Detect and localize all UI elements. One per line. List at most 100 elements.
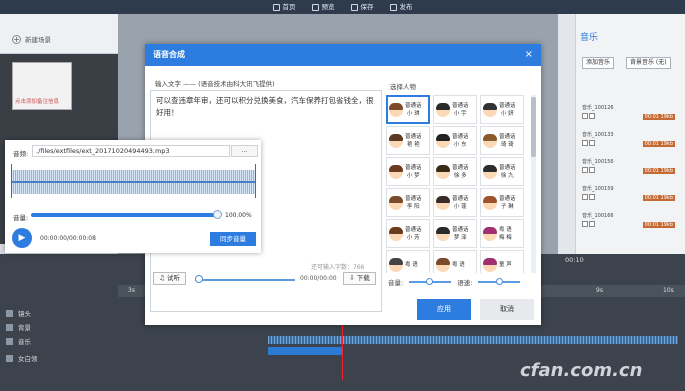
- add-icon[interactable]: [589, 113, 595, 119]
- add-icon[interactable]: [589, 167, 595, 173]
- role-card[interactable]: 粤 语: [433, 250, 477, 273]
- role-card[interactable]: 普通话小 宇: [433, 95, 477, 124]
- add-music-button[interactable]: 添加音乐: [582, 57, 615, 69]
- speed-slider[interactable]: [478, 278, 521, 285]
- role-name: 小 宇: [453, 110, 467, 117]
- avatar-icon: [389, 226, 403, 241]
- close-button[interactable]: ×: [525, 44, 533, 66]
- zoom-readout: 00:10: [565, 256, 584, 264]
- track-music[interactable]: 音乐: [0, 333, 118, 349]
- music-item[interactable]: 音乐_100126 00:01 19kb: [582, 104, 677, 122]
- role-scrollbar[interactable]: [531, 95, 536, 273]
- role-dialect: 粤 语: [499, 226, 512, 233]
- avatar-icon: [483, 257, 497, 272]
- save-button[interactable]: 保存: [350, 0, 374, 14]
- music-ops[interactable]: [582, 221, 595, 227]
- music-item[interactable]: 音乐_100159 00:01 19kb: [582, 185, 677, 203]
- play-icon[interactable]: [582, 113, 588, 119]
- music-item[interactable]: 音乐_100166 00:01 19kb: [582, 212, 677, 230]
- apply-button[interactable]: 应用: [417, 299, 471, 320]
- avatar-icon: [483, 195, 497, 210]
- top-toolbar: 首页 预览 保存 发布: [0, 0, 685, 14]
- role-dialect: 普通话: [452, 102, 469, 109]
- audio-path-field[interactable]: ./files/extfiles/ext_20171020494493.mp3: [32, 145, 230, 157]
- preview-progress[interactable]: [195, 279, 295, 281]
- add-icon[interactable]: [589, 194, 595, 200]
- role-name: 子 琳: [500, 203, 514, 210]
- role-card[interactable]: 粤 语梅 梅: [480, 219, 524, 248]
- listen-button[interactable]: ♫ 试听: [153, 272, 186, 285]
- role-card[interactable]: 普通话小 芳: [386, 219, 430, 248]
- publish-button[interactable]: 发布: [389, 0, 413, 14]
- home-button[interactable]: 首页: [272, 0, 296, 14]
- add-icon[interactable]: [589, 140, 595, 146]
- avatar-icon: [436, 133, 450, 148]
- role-card[interactable]: 普通话小 东: [433, 126, 477, 155]
- home-icon: [272, 3, 280, 11]
- audio-waveform[interactable]: [11, 170, 256, 194]
- progress-knob[interactable]: [195, 275, 203, 283]
- music-waveform[interactable]: [268, 336, 678, 344]
- audio-time: 00:00:00/00:00:08: [40, 235, 96, 242]
- role-card[interactable]: 普通话子 琳: [480, 188, 524, 217]
- role-card[interactable]: 普通话徐 多: [433, 157, 477, 186]
- play-icon[interactable]: [582, 167, 588, 173]
- music-item[interactable]: 音乐_100156 00:01 19kb: [582, 158, 677, 176]
- sync-volume-button[interactable]: 同步音量: [210, 232, 256, 246]
- music-item[interactable]: 音乐_100133 00:01 19kb: [582, 131, 677, 149]
- play-icon: ▶: [18, 233, 26, 243]
- track-female-worker[interactable]: 女白领: [0, 350, 118, 366]
- play-icon[interactable]: [582, 221, 588, 227]
- preview-button[interactable]: 预览: [311, 0, 335, 14]
- avatar-icon: [389, 102, 403, 117]
- publish-icon: [389, 3, 397, 11]
- music-name: 音乐_100126: [582, 105, 614, 111]
- role-card[interactable]: 普通话梦 泽: [433, 219, 477, 248]
- role-card[interactable]: 普通话小 蓬: [433, 188, 477, 217]
- remaining-chars: 还可输入字数：766: [311, 264, 365, 271]
- avatar-icon: [483, 102, 497, 117]
- role-dialect: 普通话: [499, 102, 516, 109]
- role-card[interactable]: 普通话徐 九: [480, 157, 524, 186]
- music-ops[interactable]: [582, 167, 595, 173]
- volume-slider[interactable]: [409, 278, 452, 285]
- role-card[interactable]: 普通话李 阳: [386, 188, 430, 217]
- music-ops[interactable]: [582, 140, 595, 146]
- role-dialect: 普通话: [452, 164, 469, 171]
- play-button[interactable]: ▶: [12, 228, 32, 248]
- play-icon[interactable]: [582, 194, 588, 200]
- audio-volume-knob[interactable]: [213, 210, 222, 219]
- person-icon: [6, 354, 13, 362]
- role-card[interactable]: 普通话小 琪: [386, 95, 430, 124]
- scene-thumbnail[interactable]: 点击添加备注信息: [12, 62, 72, 110]
- role-dialect: 普通话: [405, 226, 422, 233]
- background-music-button[interactable]: 背景音乐 (无): [626, 57, 671, 69]
- download-icon: ⇩: [349, 274, 357, 282]
- new-scene-button[interactable]: + 新建场景: [12, 34, 51, 44]
- preview-time: 00:00/00:00: [300, 275, 337, 282]
- cancel-button[interactable]: 取消: [480, 299, 534, 320]
- avatar-icon: [389, 133, 403, 148]
- avatar-icon: [389, 195, 403, 210]
- role-name: 小 芳: [406, 234, 420, 241]
- role-card[interactable]: 普通话琦 琦: [480, 126, 524, 155]
- role-card[interactable]: 粤 语: [386, 250, 430, 273]
- trim-start-handle[interactable]: [11, 164, 12, 198]
- role-card[interactable]: 童 声: [480, 250, 524, 273]
- download-button[interactable]: ⇩ 下载: [343, 272, 376, 285]
- role-dialect: 童 声: [499, 261, 512, 268]
- plus-icon: +: [12, 34, 21, 44]
- input-label: 输入文字 —— (语音技术由科大讯飞提供): [155, 80, 275, 88]
- add-icon[interactable]: [589, 221, 595, 227]
- role-card[interactable]: 普通话小 梦: [386, 157, 430, 186]
- music-ops[interactable]: [582, 113, 595, 119]
- role-name: 徐 九: [500, 172, 514, 179]
- browse-button[interactable]: ...: [231, 145, 258, 157]
- trim-end-handle[interactable]: [255, 164, 256, 198]
- music-ops[interactable]: [582, 194, 595, 200]
- timeline-clip[interactable]: [268, 347, 342, 355]
- role-card[interactable]: 普通话艳 艳: [386, 126, 430, 155]
- play-icon[interactable]: [582, 140, 588, 146]
- audio-volume-slider[interactable]: [31, 213, 221, 217]
- role-card[interactable]: 普通话小 妍: [480, 95, 524, 124]
